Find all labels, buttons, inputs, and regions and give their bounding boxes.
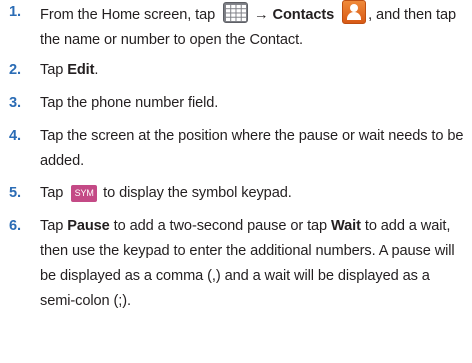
step-text: From the Home screen, tap → Contacts, an… <box>40 0 466 53</box>
instruction-page: 1. From the Home screen, tap → Contacts,… <box>0 0 472 363</box>
contacts-person-icon <box>342 0 367 24</box>
step-text-run: Tap <box>40 218 68 234</box>
pause-label: Pause <box>67 218 110 234</box>
step-number: 6. <box>9 218 21 234</box>
wait-label: Wait <box>331 218 361 234</box>
step-text: Tap Pause to add a two-second pause or t… <box>40 214 466 314</box>
step-number: 4. <box>9 128 21 144</box>
step-text: Tap SYM to display the symbol keypad. <box>40 181 466 206</box>
step-number: 3. <box>9 95 21 111</box>
step-number: 5. <box>9 185 21 201</box>
step-number: 2. <box>9 62 21 78</box>
step-text-run: Tap <box>40 185 68 201</box>
step-text: Tap Edit. <box>40 58 466 83</box>
step-text: Tap the phone number field. <box>40 95 219 111</box>
step-text-run: . <box>94 62 99 78</box>
step-5: 5. Tap SYM to display the symbol keypad. <box>0 181 466 206</box>
step-text-run: to add a two-second pause or tap <box>109 218 332 234</box>
step-6: 6. Tap Pause to add a two-second pause o… <box>0 214 466 314</box>
step-4: 4. Tap the screen at the position where … <box>0 124 466 174</box>
step-2: 2. Tap Edit. <box>0 58 466 83</box>
edit-label: Edit <box>67 62 95 78</box>
step-number: 1. <box>9 4 21 20</box>
sym-key-icon: SYM <box>71 185 98 202</box>
step-text: Tap the screen at the position where the… <box>40 128 464 169</box>
step-1: 1. From the Home screen, tap → Contacts,… <box>0 0 466 53</box>
step-text-run: Tap <box>40 62 68 78</box>
arrow-symbol: → <box>250 7 273 23</box>
step-3: 3. Tap the phone number field. <box>0 91 466 116</box>
step-text-run: From the Home screen, tap <box>40 7 220 23</box>
step-text-run: to display the symbol keypad. <box>99 185 292 201</box>
contacts-label: Contacts <box>272 7 335 23</box>
apps-grid-icon <box>223 2 249 23</box>
